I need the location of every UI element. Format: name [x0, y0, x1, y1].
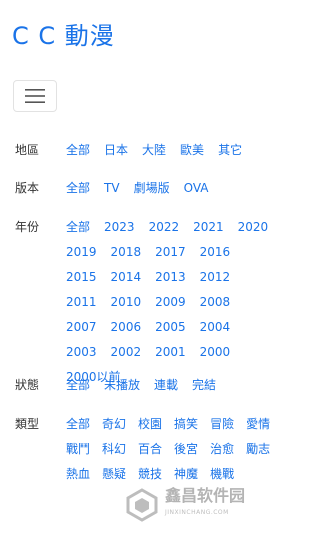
filter-option-year[interactable]: 2016 — [200, 242, 231, 267]
filter-option-region[interactable]: 全部 — [66, 140, 90, 165]
filter-option-year[interactable]: 2010 — [111, 292, 142, 317]
brand-title[interactable]: C C 動漫 — [12, 20, 115, 52]
filter-option-year[interactable]: 2002 — [111, 342, 142, 367]
filter-option-status[interactable]: 全部 — [66, 375, 90, 400]
filter-option-year[interactable]: 2011 — [66, 292, 97, 317]
filter-option-year[interactable]: 2013 — [155, 267, 186, 292]
filter-option-type[interactable]: 懸疑 — [102, 464, 126, 489]
hamburger-menu-icon — [25, 89, 45, 103]
filter-option-year[interactable]: 2006 — [111, 317, 142, 342]
filter-option-region[interactable]: 大陸 — [142, 140, 166, 165]
filter-option-year[interactable]: 2020 — [238, 217, 269, 242]
site-logo-icon — [126, 488, 158, 522]
filter-option-year[interactable]: 2018 — [111, 242, 142, 267]
filter-option-year[interactable]: 2012 — [200, 267, 231, 292]
filter-option-year[interactable]: 2022 — [149, 217, 180, 242]
filter-option-year[interactable]: 2009 — [155, 292, 186, 317]
filter-option-type[interactable]: 戰鬥 — [66, 439, 90, 464]
filter-options-version: 全部 TV 劇場版 OVA — [66, 178, 286, 203]
filter-options-year: 全部 2023 2022 2021 2020 2019 2018 2017 2016 2015 20… — [66, 217, 286, 392]
filter-options-type: 全部 奇幻 校園 搞笑 冒險 愛情 戰鬥 科幻 百合 後宮 治愈 勵志 熱血 懸疑 競技 神魔 機戰 — [66, 414, 286, 489]
filter-option-version[interactable]: OVA — [184, 178, 209, 203]
filter-option-year[interactable]: 2005 — [155, 317, 186, 342]
filter-option-type[interactable]: 勵志 — [246, 439, 270, 464]
filter-label-type: 類型 — [15, 417, 40, 431]
filter-option-type[interactable]: 百合 — [138, 439, 162, 464]
filter-option-type[interactable]: 科幻 — [102, 439, 126, 464]
filter-option-year[interactable]: 2003 — [66, 342, 97, 367]
filter-options-region: 全部 日本 大陸 歐美 其它 — [66, 140, 286, 165]
filter-option-version[interactable]: 劇場版 — [134, 178, 170, 203]
filter-label-region: 地區 — [15, 143, 40, 157]
filter-option-region[interactable]: 日本 — [104, 140, 128, 165]
filter-option-type[interactable]: 熱血 — [66, 464, 90, 489]
filter-option-type[interactable]: 愛情 — [246, 414, 270, 439]
filter-option-version[interactable]: TV — [104, 178, 120, 203]
site-watermark: 鑫昌软件园 JINXINCHANG.COM — [125, 486, 285, 526]
filter-option-year[interactable]: 2001 — [155, 342, 186, 367]
watermark-title: 鑫昌软件园 — [165, 486, 246, 505]
filter-option-type[interactable]: 全部 — [66, 414, 90, 439]
filter-option-type[interactable]: 校園 — [138, 414, 162, 439]
filter-label-status: 狀態 — [15, 378, 40, 392]
filter-option-year[interactable]: 全部 — [66, 217, 90, 242]
filter-option-year[interactable]: 2019 — [66, 242, 97, 267]
filter-option-year[interactable]: 2008 — [200, 292, 231, 317]
filter-option-region[interactable]: 其它 — [218, 140, 242, 165]
filter-option-type[interactable]: 治愈 — [210, 439, 234, 464]
menu-toggle-button[interactable] — [13, 80, 57, 112]
filter-option-type[interactable]: 搞笑 — [174, 414, 198, 439]
filter-label-year: 年份 — [15, 220, 40, 234]
filter-option-type[interactable]: 冒險 — [210, 414, 234, 439]
filter-option-year[interactable]: 2021 — [193, 217, 224, 242]
filter-option-year[interactable]: 2004 — [200, 317, 231, 342]
filter-option-year[interactable]: 2014 — [111, 267, 142, 292]
filter-option-status[interactable]: 完結 — [192, 375, 216, 400]
filter-option-region[interactable]: 歐美 — [180, 140, 204, 165]
filter-label-version: 版本 — [15, 181, 40, 195]
watermark-subtitle: JINXINCHANG.COM — [165, 509, 229, 516]
filter-option-type[interactable]: 奇幻 — [102, 414, 126, 439]
filter-option-year[interactable]: 2000 — [200, 342, 231, 367]
filter-options-status: 全部 未播放 連載 完結 — [66, 375, 286, 400]
filter-option-year[interactable]: 2007 — [66, 317, 97, 342]
filter-option-version[interactable]: 全部 — [66, 178, 90, 203]
filter-option-type[interactable]: 後宮 — [174, 439, 198, 464]
filter-option-status[interactable]: 未播放 — [104, 375, 140, 400]
filter-option-year[interactable]: 2017 — [155, 242, 186, 267]
filter-option-year[interactable]: 2023 — [104, 217, 135, 242]
filter-option-status[interactable]: 連載 — [154, 375, 178, 400]
filter-option-year[interactable]: 2015 — [66, 267, 97, 292]
